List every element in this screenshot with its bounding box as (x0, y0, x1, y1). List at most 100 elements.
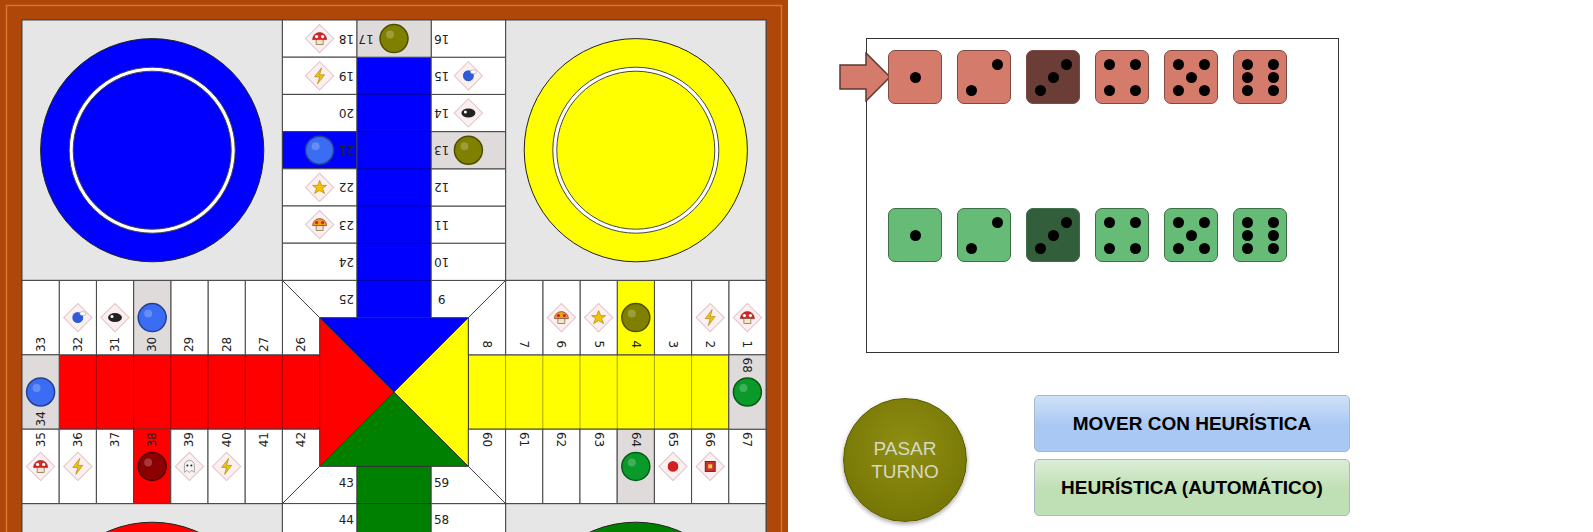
die[interactable] (1233, 208, 1287, 262)
board-square[interactable]: 41 (245, 429, 282, 503)
die-pip (1268, 243, 1279, 254)
lightning-icon (212, 452, 240, 480)
board-square[interactable]: 1 (729, 280, 766, 354)
die[interactable] (1233, 50, 1287, 104)
board-square[interactable]: 43 (282, 466, 356, 503)
board-square[interactable]: 17 (357, 20, 431, 57)
die-pip (992, 59, 1003, 70)
pass-turn-button[interactable]: PASAR TURNO (843, 398, 967, 522)
die-pip (1242, 217, 1253, 228)
board-square[interactable]: 18 (282, 20, 356, 57)
board-square[interactable]: 61 (506, 429, 543, 503)
board-square[interactable]: 35 (22, 429, 59, 503)
board-square[interactable]: 37 (96, 429, 133, 503)
board-square[interactable]: 36 (59, 429, 96, 503)
board-square[interactable]: 11 (431, 206, 505, 243)
game-piece[interactable] (380, 25, 408, 53)
game-piece[interactable] (622, 304, 650, 332)
controls: PASAR TURNO MOVER CON HEURÍSTICA HEURÍSTI… (843, 395, 1350, 522)
square-number: 60 (480, 432, 494, 447)
game-piece[interactable] (306, 136, 334, 164)
board-square[interactable]: 28 (208, 280, 245, 354)
board-square[interactable]: 15 (431, 57, 505, 94)
board-square[interactable]: 30 (134, 280, 171, 354)
board-frame (0, 0, 788, 532)
blue-shell-icon (454, 62, 482, 90)
board-square[interactable]: 40 (208, 429, 245, 503)
board-square[interactable]: 27 (245, 280, 282, 354)
game-piece[interactable] (733, 378, 761, 406)
die-pip (1268, 217, 1279, 228)
square-number: 33 (34, 337, 48, 352)
square-number: 30 (145, 337, 159, 352)
board-square[interactable]: 32 (59, 280, 96, 354)
board-square[interactable]: 64 (617, 429, 654, 503)
board-square[interactable]: 23 (282, 206, 356, 243)
board-square[interactable]: 58 (431, 504, 505, 532)
square-number: 4 (629, 341, 643, 349)
die-pip (966, 243, 977, 254)
die[interactable] (1026, 50, 1080, 104)
board-square[interactable]: 33 (22, 280, 59, 354)
die-pip (1061, 217, 1072, 228)
board-square[interactable]: 34 (22, 355, 59, 429)
board-square[interactable]: 67 (729, 429, 766, 503)
board-square[interactable]: 20 (282, 94, 356, 131)
board-square[interactable]: 10 (431, 243, 505, 280)
board-square[interactable]: 7 (506, 280, 543, 354)
game-piece[interactable] (27, 378, 55, 406)
board-square[interactable]: 66 (692, 429, 729, 503)
board-square[interactable]: 39 (171, 429, 208, 503)
die[interactable] (1095, 50, 1149, 104)
mega-mushroom-icon (305, 210, 333, 238)
square-number: 12 (434, 180, 449, 194)
board-square[interactable]: 63 (580, 429, 617, 503)
board-square[interactable]: 68 (729, 355, 766, 429)
board-square[interactable]: 4 (617, 280, 654, 354)
board-square[interactable]: 21 (282, 132, 356, 169)
die[interactable] (888, 50, 942, 104)
board-square[interactable]: 3 (654, 280, 691, 354)
board-square[interactable]: 65 (654, 429, 691, 503)
game-piece[interactable] (454, 136, 482, 164)
board-square[interactable]: 44 (282, 504, 356, 532)
square-number: 58 (434, 513, 449, 527)
board-square[interactable]: 24 (282, 243, 356, 280)
board-square[interactable]: 29 (171, 280, 208, 354)
board-square[interactable]: 12 (431, 169, 505, 206)
square-number: 13 (434, 143, 449, 157)
home-base (506, 20, 766, 280)
board-square[interactable]: 31 (96, 280, 133, 354)
die[interactable] (957, 208, 1011, 262)
board-square[interactable]: 22 (282, 169, 356, 206)
heuristic-button[interactable]: HEURÍSTICA (AUTOMÁTICO) (1034, 459, 1350, 516)
game-piece[interactable] (138, 304, 166, 332)
die[interactable] (1164, 50, 1218, 104)
die-pip (1242, 230, 1253, 241)
ghost-icon (175, 452, 203, 480)
board-square[interactable]: 13 (431, 132, 505, 169)
board-square[interactable]: 60 (468, 429, 505, 503)
square-number: 38 (145, 432, 159, 447)
board-square[interactable]: 62 (543, 429, 580, 503)
heuristic-button[interactable]: MOVER CON HEURÍSTICA (1034, 395, 1350, 452)
side-panel: PASAR TURNO MOVER CON HEURÍSTICA HEURÍSTI… (843, 0, 1350, 532)
die[interactable] (1026, 208, 1080, 262)
board-square[interactable]: 5 (580, 280, 617, 354)
game-piece[interactable] (138, 452, 166, 480)
game-piece[interactable] (622, 452, 650, 480)
board-square[interactable]: 26 (282, 280, 319, 354)
board-square[interactable]: 2 (692, 280, 729, 354)
die[interactable] (957, 50, 1011, 104)
square-number: 31 (108, 337, 122, 352)
square-number: 16 (434, 32, 449, 46)
board-square[interactable]: 38 (134, 429, 171, 503)
board-square[interactable]: 14 (431, 94, 505, 131)
board-square[interactable]: 16 (431, 20, 505, 57)
board-square[interactable]: 19 (282, 57, 356, 94)
board-square[interactable]: 6 (543, 280, 580, 354)
die[interactable] (888, 208, 942, 262)
die[interactable] (1095, 208, 1149, 262)
board-square[interactable]: 9 (431, 280, 505, 317)
die[interactable] (1164, 208, 1218, 262)
